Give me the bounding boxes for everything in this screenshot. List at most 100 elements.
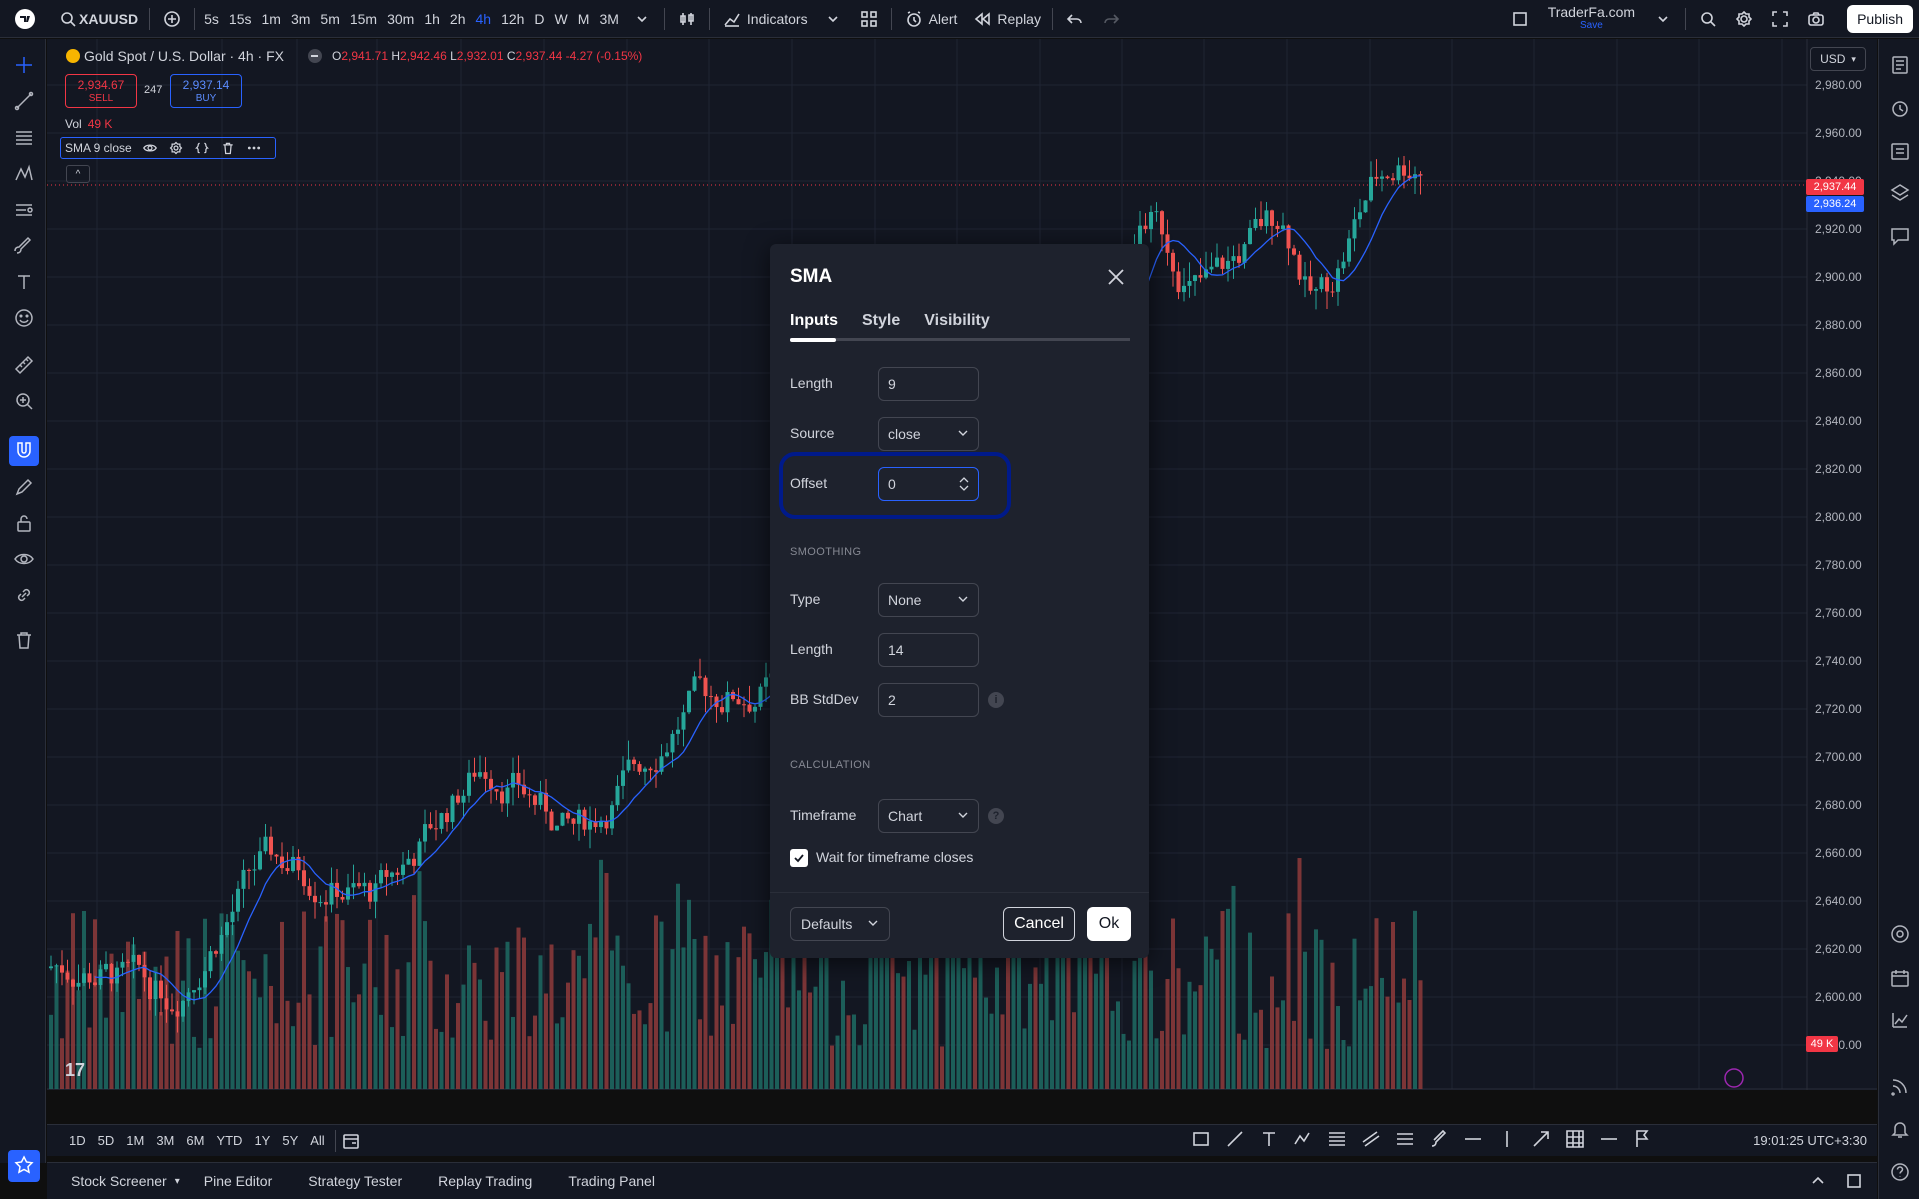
chevron-up-icon[interactable] — [1807, 1170, 1829, 1192]
quick-search-button[interactable] — [1690, 0, 1726, 38]
range-1d[interactable]: 1D — [63, 1133, 92, 1148]
interval-w[interactable]: W — [550, 0, 573, 38]
layout-select-button[interactable] — [1502, 0, 1538, 38]
layout-name-button[interactable]: TraderFa.com Save — [1538, 0, 1645, 38]
range-5y[interactable]: 5Y — [276, 1133, 304, 1148]
trend-line-icon[interactable] — [1224, 1128, 1246, 1150]
symbol-search[interactable]: XAUUSD — [50, 0, 145, 38]
tab-strategy-tester[interactable]: Strategy Tester — [284, 1173, 414, 1189]
maximize-icon[interactable] — [1843, 1170, 1865, 1192]
calendar-pulse-button[interactable] — [1887, 922, 1913, 948]
gann-icon[interactable] — [1564, 1128, 1586, 1150]
replay-button[interactable]: Replay — [964, 0, 1048, 38]
watchlist-button[interactable] — [1887, 53, 1913, 79]
more-icon[interactable] — [246, 140, 262, 156]
templates-button[interactable] — [851, 0, 887, 38]
interval-d[interactable]: D — [529, 0, 549, 38]
interval-2h[interactable]: 2h — [445, 0, 471, 38]
info-icon[interactable]: i — [988, 692, 1004, 708]
range-1y[interactable]: 1Y — [248, 1133, 276, 1148]
interval-15m[interactable]: 15m — [345, 0, 382, 38]
rectangle-icon[interactable] — [1190, 1128, 1212, 1150]
range-ytd[interactable]: YTD — [210, 1133, 248, 1148]
snapshot-button[interactable] — [1798, 0, 1834, 38]
range-all[interactable]: All — [304, 1133, 330, 1148]
vertical-line-icon[interactable] — [1496, 1128, 1518, 1150]
undo-button[interactable] — [1057, 0, 1093, 38]
ideas-button[interactable] — [1887, 1008, 1913, 1034]
interval-4h[interactable]: 4h — [470, 0, 496, 38]
range-1m[interactable]: 1M — [120, 1133, 150, 1148]
range-3m[interactable]: 3M — [150, 1133, 180, 1148]
indicators-dropdown[interactable] — [815, 0, 851, 38]
chat-button[interactable] — [1887, 224, 1913, 250]
eye-icon[interactable] — [142, 140, 158, 156]
stay-drawing-tool[interactable] — [11, 475, 37, 501]
calendar-button[interactable] — [1887, 966, 1913, 992]
layers-button[interactable] — [1887, 181, 1913, 207]
brush-tool[interactable] — [11, 234, 37, 260]
forecast-tool[interactable] — [11, 198, 37, 224]
interval-15s[interactable]: 15s — [224, 0, 257, 38]
interval-12h[interactable]: 12h — [496, 0, 529, 38]
tab-stock-screener[interactable]: Stock Screener — [47, 1173, 179, 1189]
interval-3m[interactable]: 3m — [286, 0, 315, 38]
length-input[interactable]: 9 — [878, 367, 979, 401]
flag-icon[interactable] — [1632, 1128, 1654, 1150]
text-tool[interactable] — [11, 270, 37, 296]
channel-icon[interactable] — [1360, 1128, 1382, 1150]
ray-icon[interactable] — [1598, 1128, 1620, 1150]
favorites-button[interactable] — [8, 1150, 40, 1182]
publish-button[interactable]: Publish — [1834, 0, 1919, 38]
hide-drawings-tool[interactable] — [11, 547, 37, 573]
link-drawings-tool[interactable] — [11, 583, 37, 609]
settings-button[interactable] — [1726, 0, 1762, 38]
goto-date-icon[interactable] — [340, 1130, 362, 1152]
measure-tool[interactable] — [11, 353, 37, 379]
fib-tool[interactable] — [11, 126, 37, 152]
chart-type-button[interactable] — [669, 0, 705, 38]
range-6m[interactable]: 6M — [180, 1133, 210, 1148]
alert-button[interactable]: Alert — [896, 0, 965, 38]
crosshair-tool[interactable] — [11, 53, 37, 79]
defaults-button[interactable]: Defaults — [790, 907, 890, 941]
trend-line-tool[interactable] — [11, 89, 37, 115]
redo-button[interactable] — [1093, 0, 1129, 38]
source-code-icon[interactable] — [194, 140, 210, 156]
interval-30m[interactable]: 30m — [382, 0, 419, 38]
fib-icon[interactable] — [1326, 1128, 1348, 1150]
sell-button[interactable]: 2,934.67 SELL — [65, 74, 137, 108]
tab-style[interactable]: Style — [862, 312, 900, 330]
object-tree-button[interactable] — [1887, 139, 1913, 165]
fullscreen-button[interactable] — [1762, 0, 1798, 38]
emoji-tool[interactable] — [11, 306, 37, 332]
sma-legend[interactable]: SMA 9 close — [60, 137, 276, 159]
currency-select[interactable]: USD ▾ — [1810, 47, 1866, 71]
layout-dropdown[interactable] — [1645, 0, 1681, 38]
zoom-tool[interactable] — [11, 389, 37, 415]
symbol-title[interactable]: Gold Spot / U.S. Dollar · 4h · FX — [84, 48, 284, 64]
interval-5s[interactable]: 5s — [199, 0, 224, 38]
source-select[interactable]: close — [878, 417, 979, 451]
interval-1m[interactable]: 1m — [257, 0, 286, 38]
collapse-legend-button[interactable]: ^ — [66, 165, 90, 183]
streams-button[interactable] — [1887, 1074, 1913, 1100]
interval-3m[interactable]: 3M — [594, 0, 623, 38]
brush-icon[interactable] — [1428, 1128, 1450, 1150]
trash-icon[interactable] — [220, 140, 236, 156]
notifications-button[interactable] — [1887, 1117, 1913, 1143]
tab-replay-trading[interactable]: Replay Trading — [414, 1173, 544, 1189]
wait-timeframe-label[interactable]: Wait for timeframe closes — [816, 849, 973, 865]
lock-drawings-tool[interactable] — [11, 511, 37, 537]
tab-inputs[interactable]: Inputs — [790, 312, 838, 330]
interval-m[interactable]: M — [573, 0, 595, 38]
tradingview-logo[interactable] — [0, 0, 50, 38]
buy-button[interactable]: 2,937.14 BUY — [170, 74, 242, 108]
tab-pine-editor[interactable]: Pine Editor — [180, 1173, 284, 1189]
alerts-button[interactable] — [1887, 96, 1913, 122]
interval-1h[interactable]: 1h — [419, 0, 445, 38]
compare-button[interactable] — [154, 0, 190, 38]
magnet-tool[interactable] — [9, 436, 39, 466]
cancel-button[interactable]: Cancel — [1003, 907, 1075, 941]
remove-drawings-tool[interactable] — [11, 628, 37, 654]
